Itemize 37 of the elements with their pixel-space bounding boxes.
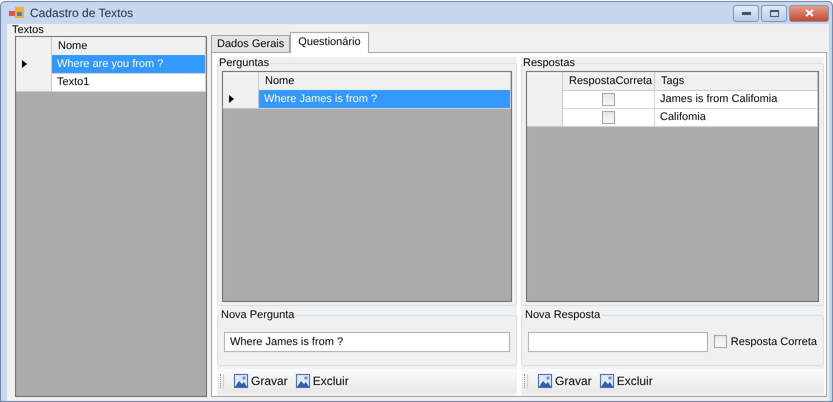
row-pointer-icon (229, 95, 234, 103)
minimize-button[interactable] (733, 4, 759, 22)
table-cell: Where are you from ? (52, 55, 206, 74)
close-icon (804, 9, 814, 17)
maximize-icon (770, 10, 778, 16)
row-pointer-icon (22, 60, 27, 68)
picture-icon (600, 374, 614, 388)
tab[interactable]: Questionário (290, 32, 369, 53)
input-field[interactable] (528, 332, 708, 352)
table-cell: Where James is from ? (259, 90, 511, 109)
group-label: Perguntas (218, 57, 270, 69)
close-button[interactable] (789, 4, 829, 22)
group-label: Respostas (522, 57, 576, 69)
checkbox[interactable] (602, 110, 615, 124)
toolbar-button[interactable]: Gravar (232, 373, 290, 389)
table-cell: Texto1 (52, 73, 206, 92)
checkbox-text: Resposta Correta (730, 336, 817, 348)
tab[interactable]: Dados Gerais (211, 35, 290, 52)
group-label: Nova Pergunta (220, 309, 296, 321)
toolbar-button[interactable]: Excluir (598, 373, 655, 389)
minimize-icon (742, 12, 750, 14)
group-label: Nova Resposta (524, 309, 602, 321)
toolbar-button[interactable]: Gravar (536, 373, 594, 389)
table-cell: Califomia (655, 108, 818, 127)
checkbox[interactable] (602, 92, 615, 106)
row-header[interactable] (223, 90, 259, 109)
picture-icon (296, 374, 310, 388)
picture-icon (234, 374, 248, 388)
picture-icon (538, 374, 552, 388)
window-title: Cadastro de Textos (30, 6, 134, 20)
checkbox[interactable] (714, 335, 727, 348)
input-field[interactable]: Where James is from ? (224, 332, 510, 352)
app-icon (9, 7, 25, 19)
toolbar-button[interactable]: Excluir (294, 373, 351, 389)
group-label: Textos (11, 24, 45, 36)
maximize-button[interactable] (761, 4, 787, 22)
checkbox-label[interactable]: Resposta Correta (714, 335, 817, 348)
